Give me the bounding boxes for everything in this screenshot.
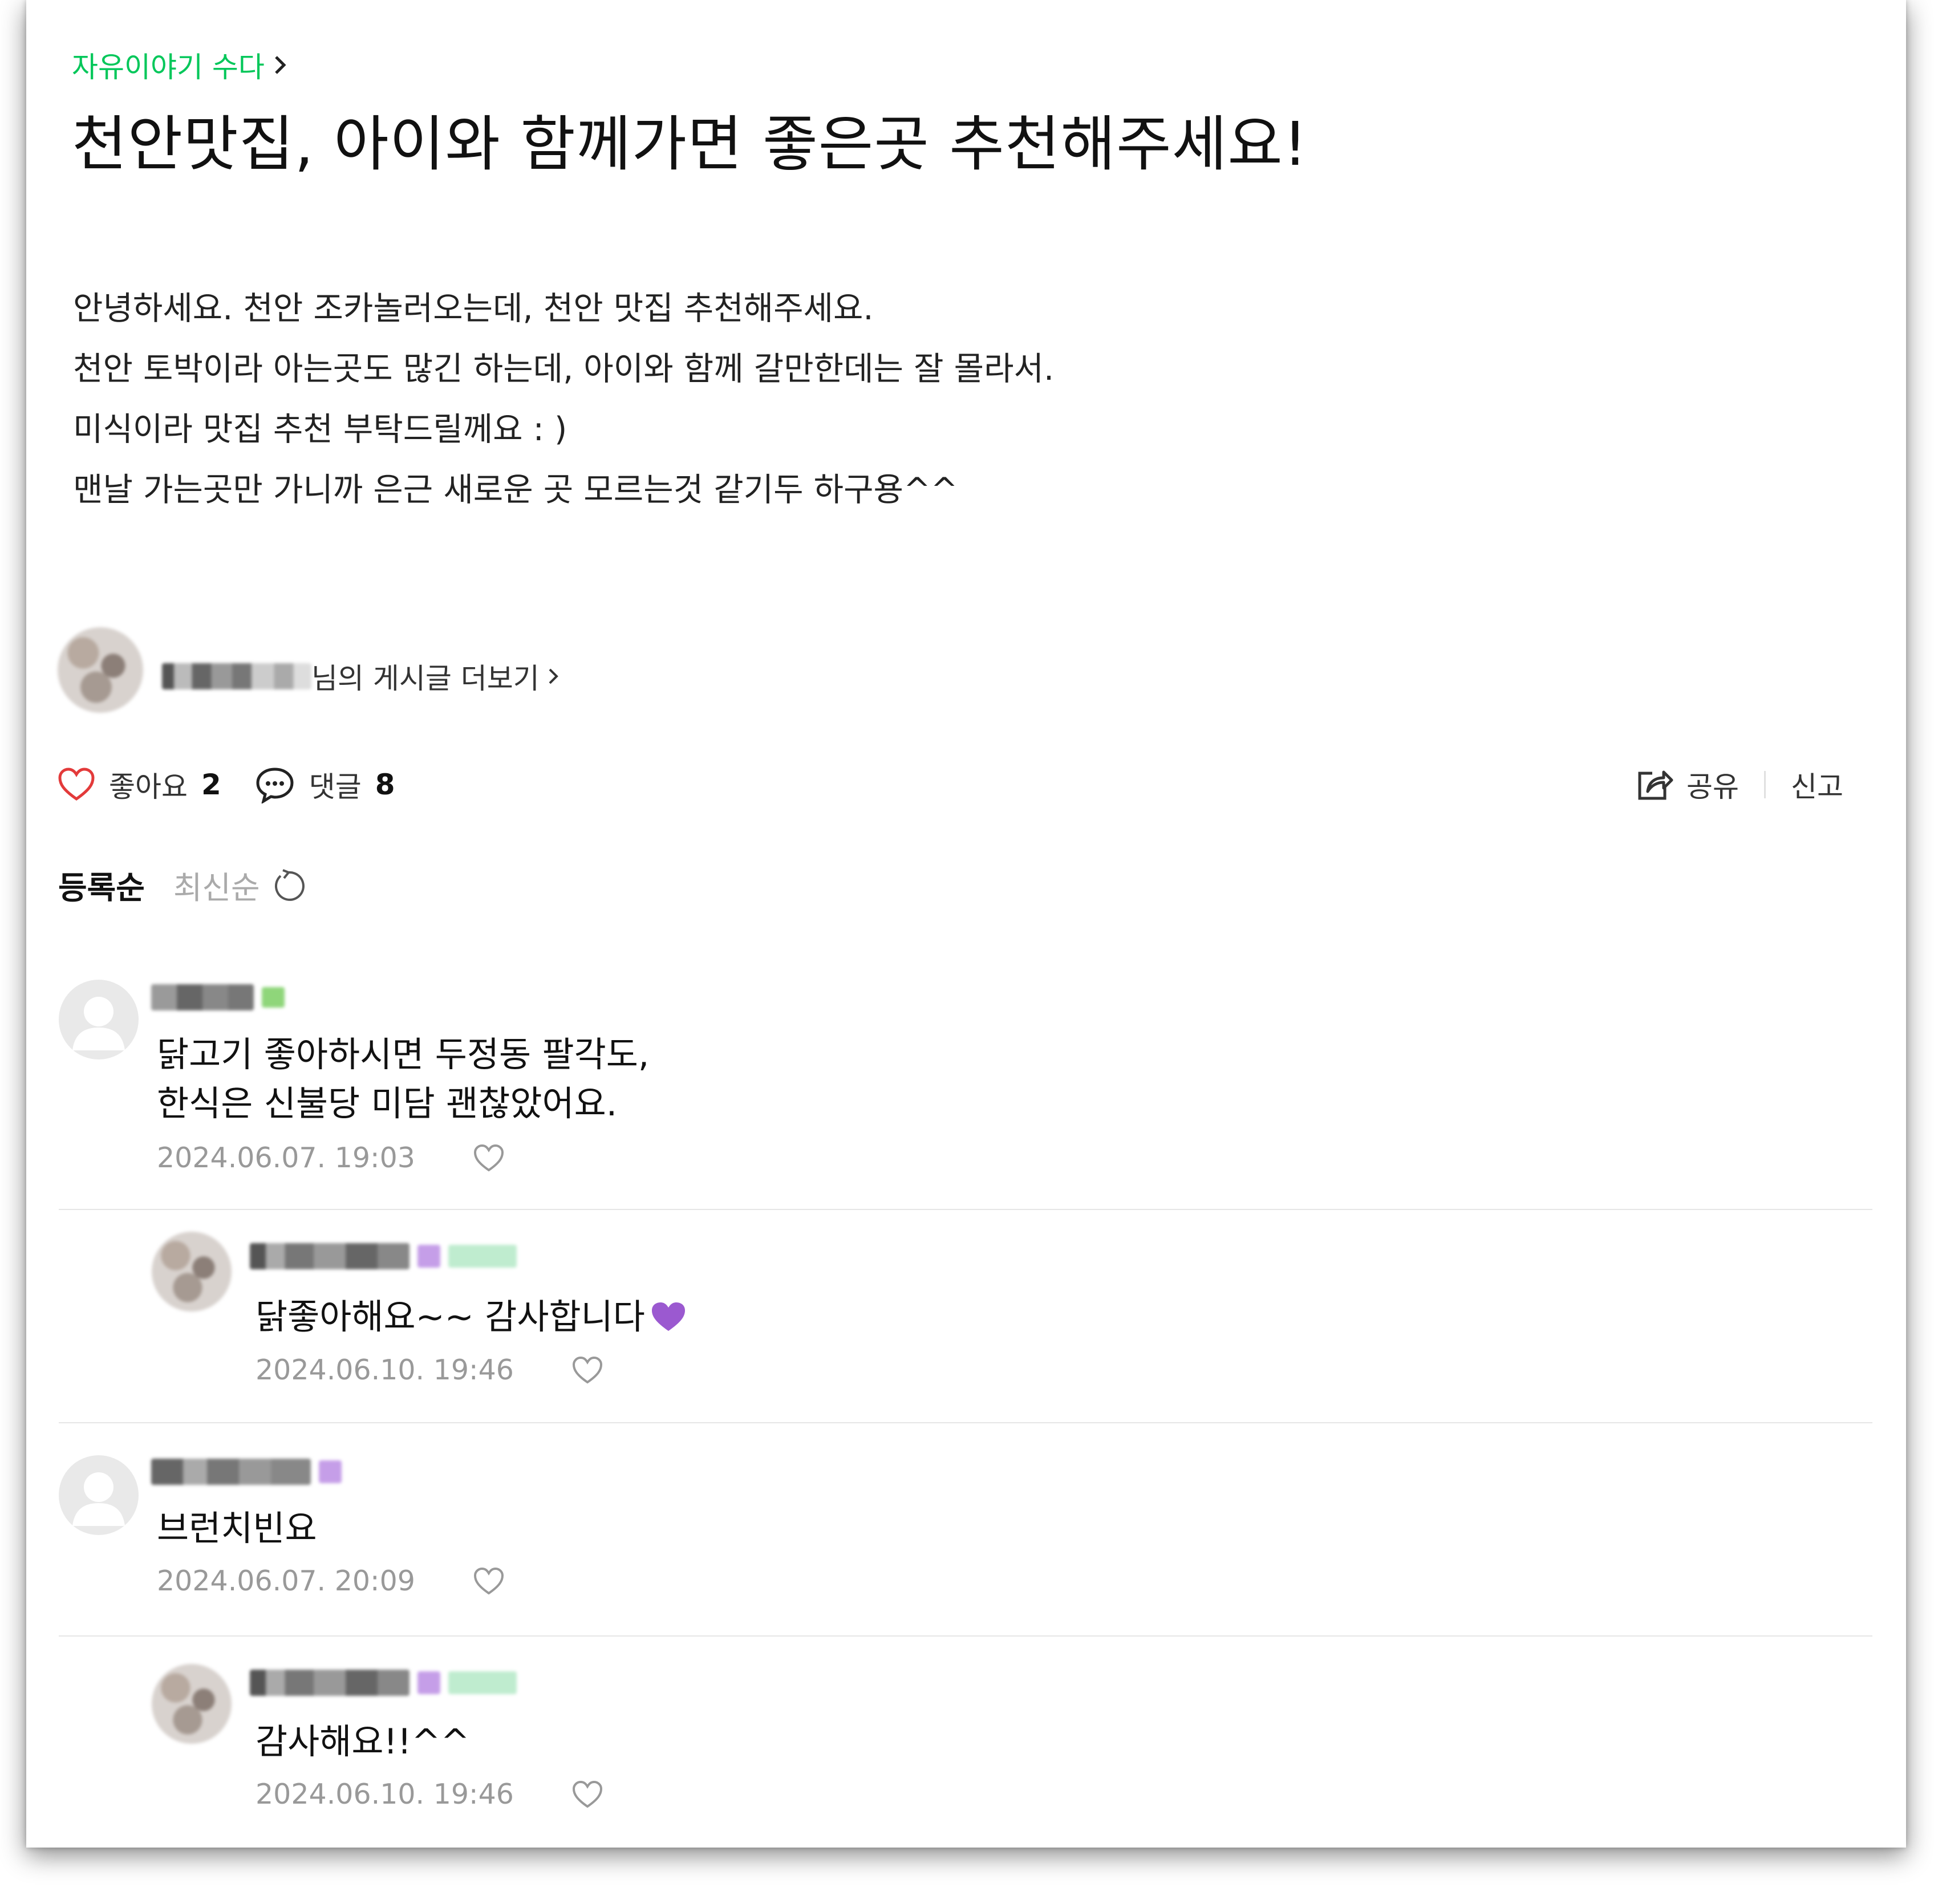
comment-line: 닭좋아해요~~ 감사합니다 [256,1297,645,1337]
comment-line: 감사해요!!^^ [256,1722,470,1762]
commenter-name[interactable] [151,984,285,1010]
person-silhouette-icon [72,1472,125,1526]
author-more-label: 님의 게시글 더보기 [311,662,540,695]
share-icon [1638,770,1673,800]
comment-date: 2024.06.10. 19:46 [256,1778,514,1810]
comment-item: 브런치빈요 2024.06.07. 20:09 [59,1422,1872,1637]
breadcrumb[interactable]: 자유이야기 수다 [72,44,289,86]
role-badge [448,1245,517,1268]
post-title: 천안맛집, 아이와 함께가면 좋은곳 추천해주세요! [72,109,1308,179]
level-badge [417,1671,440,1694]
comment-line: 브런치빈요 [157,1508,317,1549]
comment-line: 한식은 신불당 미담 괜찮았어요. [157,1083,618,1124]
comment-text: 브런치빈요 [157,1504,317,1553]
default-avatar[interactable] [59,1455,139,1535]
comment-date: 2024.06.07. 20:09 [157,1565,415,1597]
comment-date: 2024.06.10. 19:46 [256,1354,514,1386]
level-badge [262,987,285,1008]
post-side-actions: 공유 신고 [1635,764,1843,805]
comment-text: 닭고기 좋아하시면 두정동 팔각도, 한식은 신불당 미담 괜찮았어요. [157,1030,649,1128]
heart-outline-icon[interactable] [472,1143,505,1174]
purple-heart-emoji-icon [651,1302,685,1331]
post-body-line: 천안 토박이라 아는곳도 많긴 하는데, 아이와 함께 갈만한데는 잘 몰라서. [73,350,1055,388]
default-avatar[interactable] [59,980,139,1059]
breadcrumb-label[interactable]: 자유이야기 수다 [72,44,265,86]
post-body: 안녕하세요. 천안 조카놀러오는데, 천안 맛집 추천해주세요. 천안 토박이라… [73,278,1054,520]
comment-count: 8 [375,768,395,801]
speech-bubble-icon [256,768,294,803]
sort-registered-tab[interactable]: 등록순 [58,862,145,908]
comment-meta: 2024.06.07. 19:03 [157,1142,505,1174]
sort-latest-tab[interactable]: 최신순 [173,862,260,908]
replier-avatar[interactable] [152,1232,232,1312]
post-body-line: 미식이라 맛집 추천 부탁드릴께요 : ) [73,411,567,448]
heart-icon [58,768,95,801]
like-label: 좋아요 [109,770,188,803]
comment-meta: 2024.06.10. 19:46 [256,1354,604,1386]
post-body-line: 안녕하세요. 천안 조카놀러오는데, 천안 맛집 추천해주세요. [73,290,874,327]
level-badge [417,1245,440,1268]
post-actions: 좋아요 2 댓글 8 [58,764,428,805]
commenter-name-blurred [151,1459,311,1485]
commenter-name[interactable] [250,1670,517,1696]
comment-text: 감사해요!!^^ [256,1718,470,1767]
person-silhouette-icon [72,997,125,1050]
commenter-name-blurred [250,1670,409,1696]
replier-avatar[interactable] [152,1664,232,1744]
commenter-name[interactable] [151,1459,342,1485]
share-button[interactable]: 공유 [1635,764,1739,805]
reply-item: 닭좋아해요~~ 감사합니다 2024.06.10. 19:46 [59,1209,1872,1423]
role-badge [448,1671,517,1694]
chevron-right-icon [549,668,558,684]
comment-item: 닭고기 좋아하시면 두정동 팔각도, 한식은 신불당 미담 괜찮았어요. 202… [59,975,1872,1210]
heart-outline-icon[interactable] [571,1355,604,1386]
commenter-name-blurred [151,984,254,1010]
refresh-icon[interactable] [270,868,305,902]
comment-label: 댓글 [309,770,362,803]
comment-date: 2024.06.07. 19:03 [157,1142,415,1174]
chevron-right-icon [275,56,286,74]
comment-button[interactable]: 댓글 8 [254,764,395,805]
comment-meta: 2024.06.07. 20:09 [157,1565,505,1597]
comment-text: 닭좋아해요~~ 감사합니다 [256,1293,687,1342]
comment-line: 닭고기 좋아하시면 두정동 팔각도, [157,1034,650,1075]
like-count: 2 [201,768,221,801]
share-label: 공유 [1686,770,1739,803]
heart-outline-icon[interactable] [571,1779,604,1810]
post-page: 자유이야기 수다 천안맛집, 아이와 함께가면 좋은곳 추천해주세요! 안녕하세… [26,0,1906,1848]
author-more-link[interactable]: 님의 게시글 더보기 [162,656,561,697]
author-avatar[interactable] [58,627,143,713]
like-button[interactable]: 좋아요 2 [58,764,221,805]
commenter-name[interactable] [250,1243,517,1269]
post-body-line: 맨날 가는곳만 가니까 은근 새로운 곳 모르는것 같기두 하구용^^ [73,471,958,509]
author-name-blurred [162,663,311,689]
reply-item: 감사해요!!^^ 2024.06.10. 19:46 [59,1635,1872,1848]
commenter-name-blurred [250,1243,409,1269]
heart-outline-icon[interactable] [472,1566,505,1597]
divider [1764,771,1766,798]
comment-sort: 등록순 최신순 [58,862,305,908]
comment-meta: 2024.06.10. 19:46 [256,1778,604,1810]
report-button[interactable]: 신고 [1791,764,1843,805]
level-badge [319,1460,342,1483]
